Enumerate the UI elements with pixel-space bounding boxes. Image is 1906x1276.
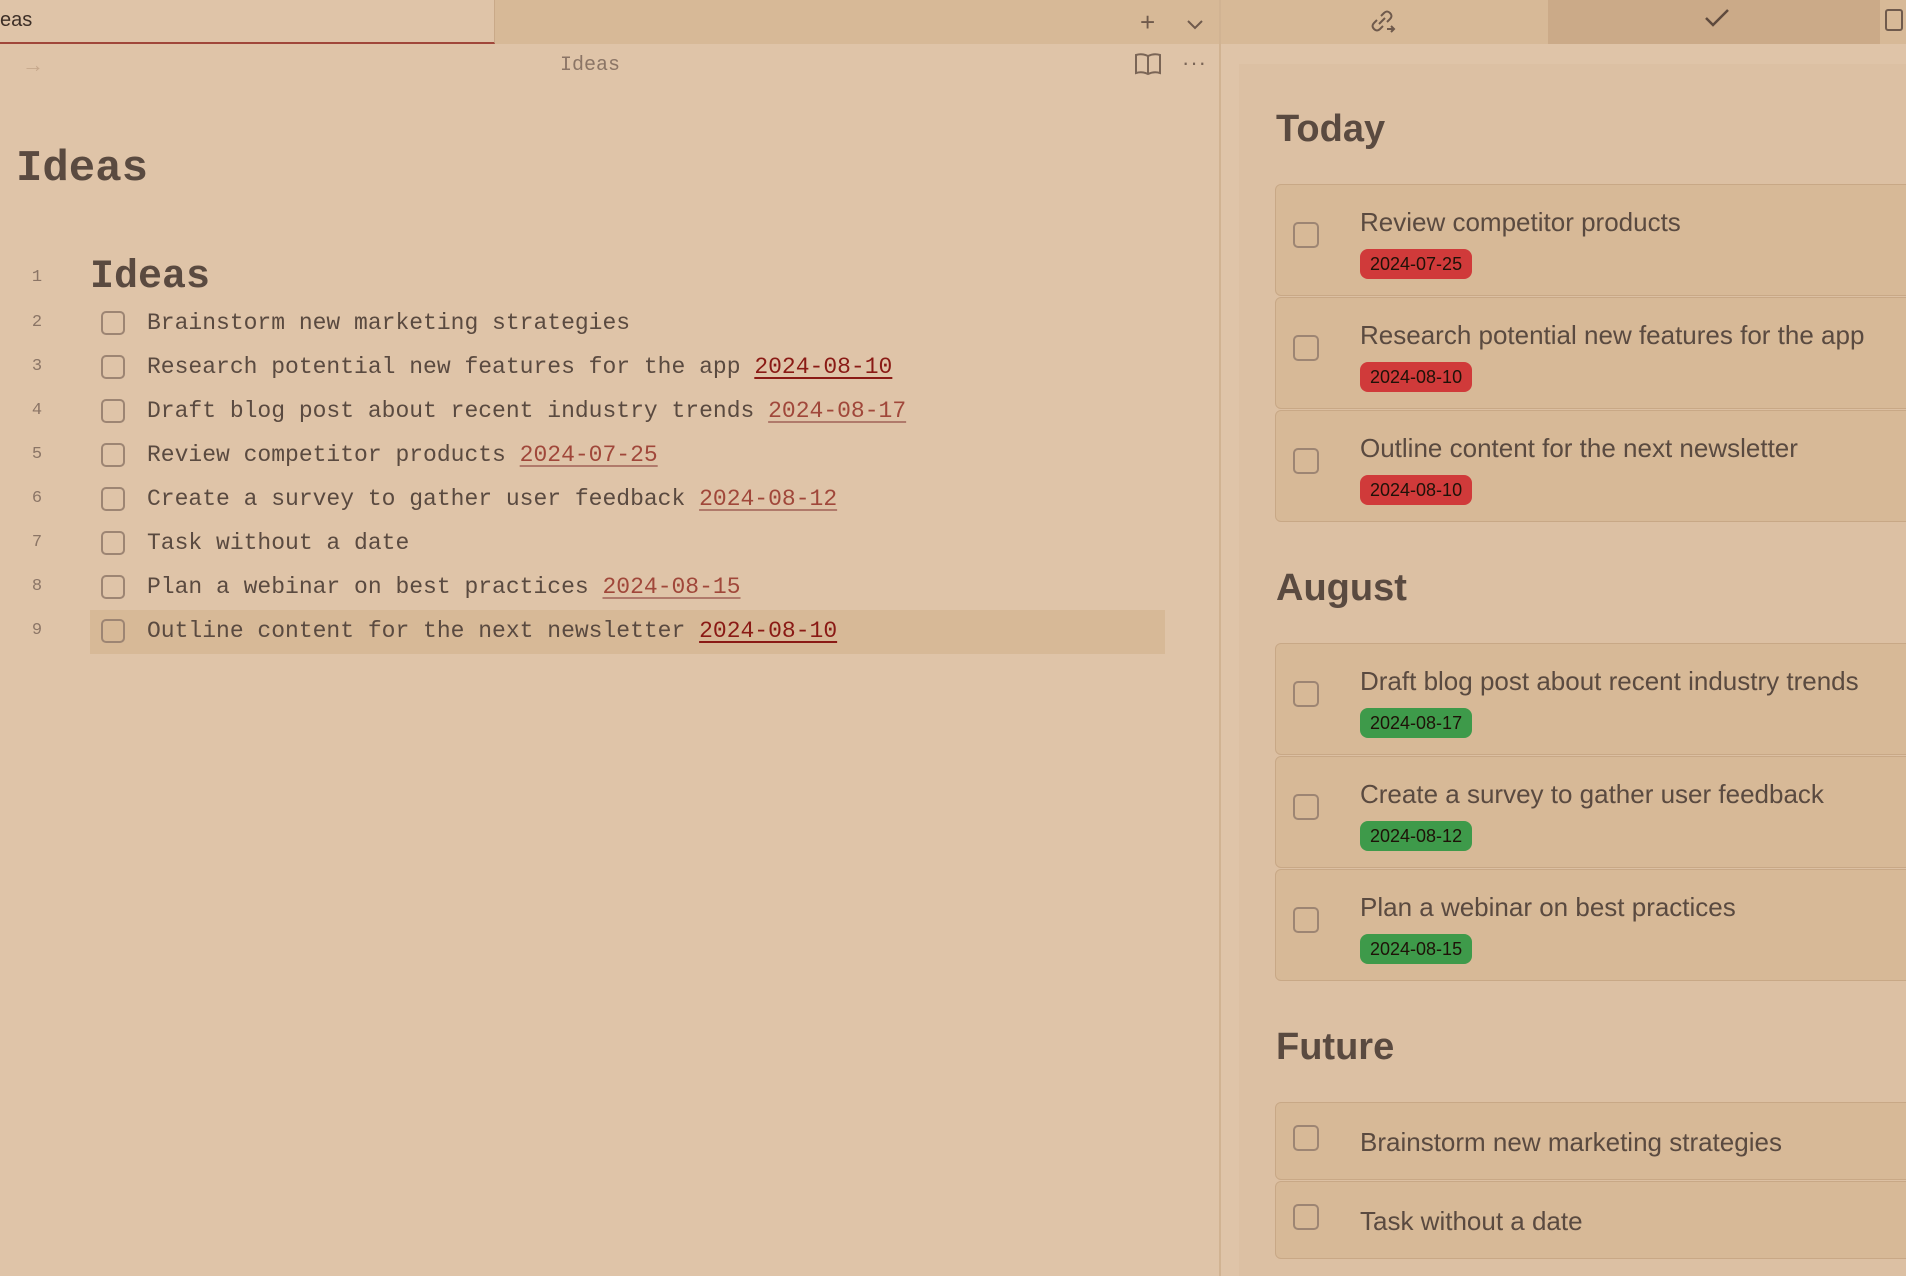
task-date-link[interactable]: 2024-08-10 <box>699 618 837 644</box>
section-heading-august: August <box>1276 567 1407 609</box>
line-number: 6 <box>31 489 43 508</box>
task-card[interactable]: Research potential new features for the … <box>1275 297 1906 409</box>
task-card[interactable]: Review competitor products 2024-07-25 <box>1275 184 1906 296</box>
due-date-badge: 2024-08-15 <box>1360 934 1473 964</box>
task-card-text: Review competitor products <box>1360 207 1681 237</box>
editor-task-line[interactable]: Review competitor products 2024-07-25 <box>90 434 1165 478</box>
task-card[interactable]: Plan a webinar on best practices 2024-08… <box>1275 869 1906 981</box>
task-date-link[interactable]: 2024-08-10 <box>754 354 892 380</box>
editor-task-line[interactable]: Plan a webinar on best practices 2024-08… <box>90 566 1165 610</box>
editor-pane: eas + → Ideas ··· Ideas 1 Ideas 2 Brains… <box>0 0 1219 1276</box>
tab-list-icon[interactable] <box>1186 9 1204 41</box>
task-checkbox[interactable] <box>101 443 125 467</box>
line-number: 1 <box>31 268 43 287</box>
editor-task-line-active[interactable]: Outline content for the next newsletter … <box>90 610 1165 654</box>
task-text: Task without a date <box>147 530 410 556</box>
task-checkbox[interactable] <box>101 399 125 423</box>
task-card-text: Brainstorm new marketing strategies <box>1360 1127 1782 1157</box>
line-number: 9 <box>31 621 43 640</box>
line-number: 3 <box>31 357 43 376</box>
task-checkbox[interactable] <box>1293 907 1319 933</box>
task-checkbox[interactable] <box>101 575 125 599</box>
editor-task-line[interactable]: Research potential new features for the … <box>90 346 1165 390</box>
task-card[interactable]: Create a survey to gather user feedback … <box>1275 756 1906 868</box>
sidebar-toggle-icon[interactable] <box>1885 9 1903 31</box>
task-text: Outline content for the next newsletter <box>147 618 700 644</box>
task-date-link[interactable]: 2024-08-12 <box>699 486 837 512</box>
link-icon[interactable] <box>1367 7 1397 42</box>
task-card[interactable]: Brainstorm new marketing strategies <box>1275 1102 1906 1180</box>
task-text: Research potential new features for the … <box>147 354 755 380</box>
task-card-text: Create a survey to gather user feedback <box>1360 779 1824 809</box>
line-number: 2 <box>31 313 43 332</box>
task-checkbox[interactable] <box>1293 681 1319 707</box>
due-date-badge: 2024-08-12 <box>1360 821 1473 851</box>
task-card-text: Plan a webinar on best practices <box>1360 892 1736 922</box>
editor-task-line[interactable]: Draft blog post about recent industry tr… <box>90 390 1165 434</box>
due-date-badge: 2024-08-10 <box>1360 475 1473 505</box>
line-number: 7 <box>31 533 43 552</box>
note-title: Ideas <box>16 144 149 194</box>
new-tab-icon[interactable]: + <box>1140 6 1155 38</box>
task-card-text: Task without a date <box>1360 1206 1583 1236</box>
due-date-badge: 2024-08-10 <box>1360 362 1473 392</box>
due-date-badge: 2024-07-25 <box>1360 249 1473 279</box>
task-checkbox[interactable] <box>1293 794 1319 820</box>
task-text: Draft blog post about recent industry tr… <box>147 398 769 424</box>
task-checkbox[interactable] <box>1293 1204 1319 1230</box>
task-checkbox[interactable] <box>101 619 125 643</box>
view-header-title: Ideas <box>559 54 620 77</box>
task-date-link[interactable]: 2024-08-17 <box>768 398 906 424</box>
task-text: Brainstorm new marketing strategies <box>147 310 631 336</box>
tab-bar: eas + <box>0 0 1219 44</box>
tasks-sidebar: Today Review competitor products 2024-07… <box>1221 0 1906 1276</box>
task-text: Review competitor products <box>147 442 520 468</box>
task-date-link[interactable]: 2024-07-25 <box>520 442 658 468</box>
task-checkbox[interactable] <box>101 487 125 511</box>
editor-heading[interactable]: Ideas <box>90 255 210 300</box>
task-checkbox[interactable] <box>1293 222 1319 248</box>
task-card[interactable]: Task without a date <box>1275 1181 1906 1259</box>
task-card[interactable]: Draft blog post about recent industry tr… <box>1275 643 1906 755</box>
line-number: 8 <box>31 577 43 596</box>
sidebar-tab-bar <box>1221 0 1906 44</box>
tasks-tab[interactable] <box>1548 0 1880 44</box>
tasks-list: Today Review competitor products 2024-07… <box>1239 64 1906 1276</box>
task-checkbox[interactable] <box>101 311 125 335</box>
checkmark-icon <box>1704 7 1730 34</box>
editor-task-line[interactable]: Brainstorm new marketing strategies <box>90 302 1165 346</box>
line-number: 4 <box>31 401 43 420</box>
due-date-badge: 2024-08-17 <box>1360 708 1473 738</box>
line-number: 5 <box>31 445 43 464</box>
section-heading-future: Future <box>1276 1026 1395 1068</box>
task-card[interactable]: Outline content for the next newsletter … <box>1275 410 1906 522</box>
tab-ideas[interactable]: eas <box>0 0 495 44</box>
task-card-text: Outline content for the next newsletter <box>1360 433 1798 463</box>
editor-task-line[interactable]: Create a survey to gather user feedback … <box>90 478 1165 522</box>
task-checkbox[interactable] <box>101 531 125 555</box>
task-card-text: Draft blog post about recent industry tr… <box>1360 666 1859 696</box>
task-card-text: Research potential new features for the … <box>1360 320 1865 350</box>
editor-task-line[interactable]: Task without a date <box>90 522 1165 566</box>
task-text: Plan a webinar on best practices <box>147 574 603 600</box>
task-checkbox[interactable] <box>1293 448 1319 474</box>
tab-ideas-label: eas <box>0 9 33 31</box>
task-checkbox[interactable] <box>1293 335 1319 361</box>
book-icon[interactable] <box>1134 52 1162 81</box>
task-text: Create a survey to gather user feedback <box>147 486 700 512</box>
task-checkbox[interactable] <box>101 355 125 379</box>
task-checkbox[interactable] <box>1293 1125 1319 1151</box>
more-options-icon[interactable]: ··· <box>1182 50 1207 76</box>
task-date-link[interactable]: 2024-08-15 <box>602 574 740 600</box>
section-heading-today: Today <box>1276 108 1386 150</box>
